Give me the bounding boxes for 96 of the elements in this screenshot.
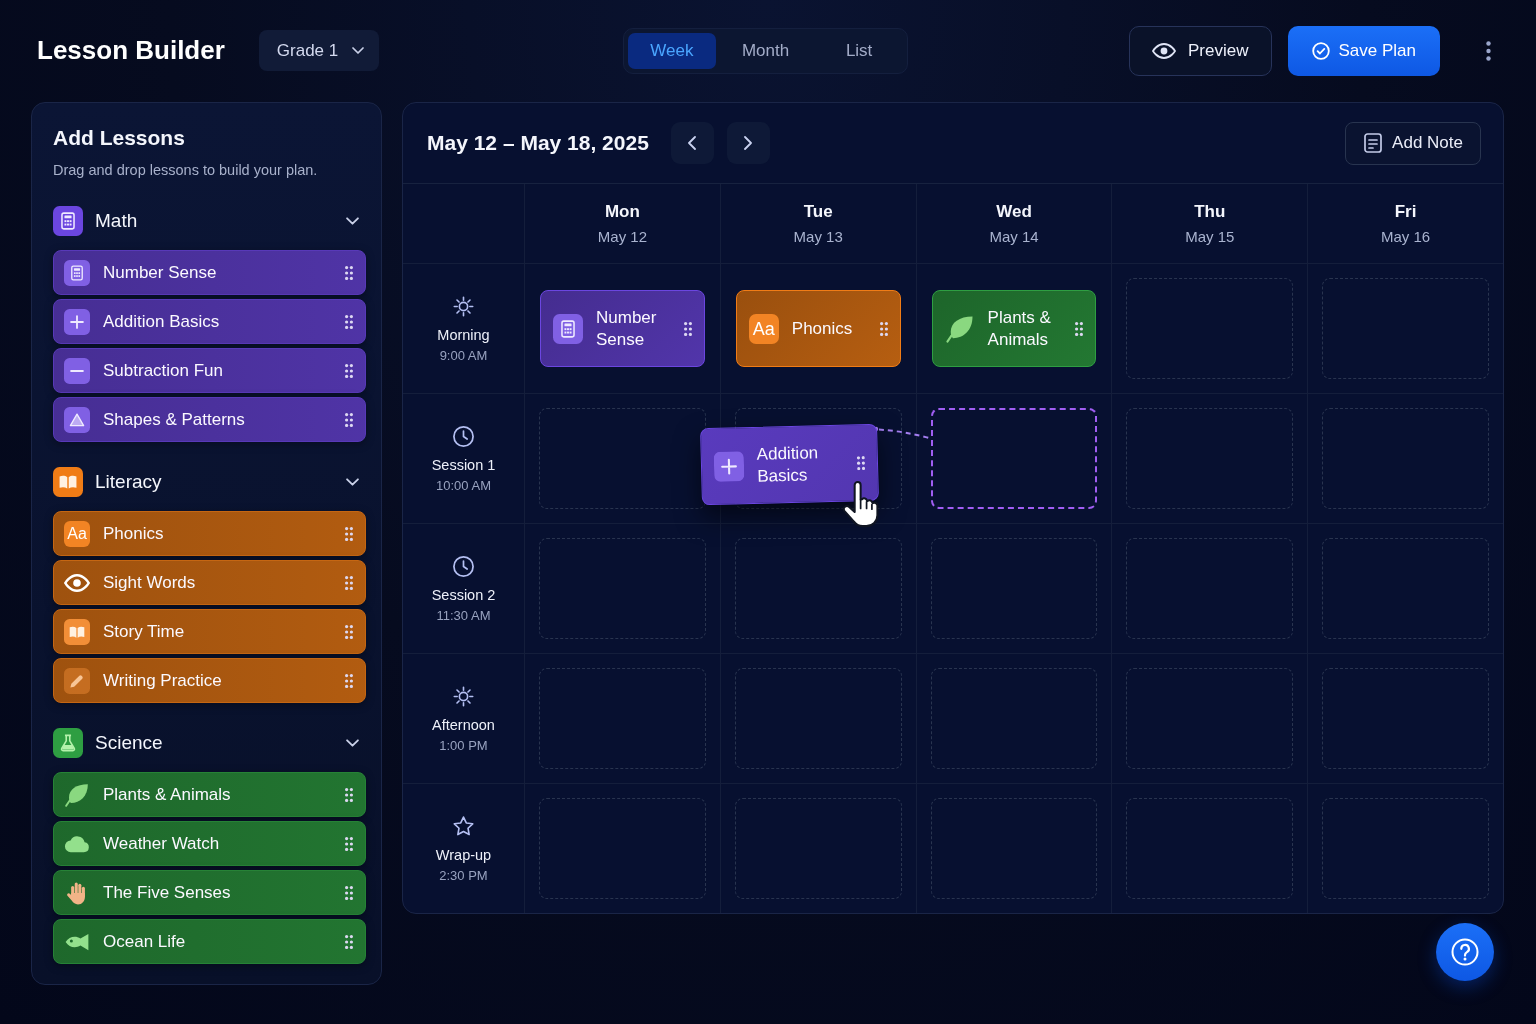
letter-sample: Aa (64, 520, 90, 547)
slot-time: 11:30 AM (436, 607, 491, 623)
chevron-right-icon (744, 136, 753, 150)
drag-handle-icon[interactable] (345, 885, 353, 900)
view-tab[interactable]: Month (719, 32, 812, 69)
help-icon (1451, 938, 1479, 966)
day-date: May 15 (1185, 228, 1235, 245)
subject-title: Math (95, 210, 139, 232)
chevron-down-icon[interactable] (346, 478, 359, 486)
drag-handle-icon[interactable] (345, 412, 353, 427)
lesson-item[interactable]: Number Sense (53, 250, 366, 295)
day-date: May 16 (1381, 228, 1431, 245)
lesson-item[interactable]: Subtraction Fun (53, 348, 366, 393)
drag-handle-icon[interactable] (1075, 321, 1084, 336)
grade-dropdown[interactable]: Grade 1 (258, 30, 380, 71)
eye-icon (1152, 42, 1177, 59)
drag-handle-icon[interactable] (856, 455, 865, 470)
slot-name: Session 1 (431, 456, 496, 473)
lesson-item[interactable]: Ocean Life (53, 919, 366, 964)
lesson-item[interactable]: Shapes & Patterns (53, 397, 366, 442)
slot-name: Morning (437, 326, 490, 343)
sun-icon (452, 294, 475, 318)
slot-name: Afternoon (432, 716, 495, 733)
hand-cursor-icon (840, 481, 879, 528)
kebab-menu-icon (1485, 40, 1491, 61)
view-tab[interactable]: List (815, 32, 904, 69)
leaf-icon (64, 781, 90, 808)
drag-handle-icon[interactable] (345, 526, 353, 541)
sun-icon (452, 684, 475, 708)
drag-handle-icon[interactable] (345, 314, 353, 329)
date-range: May 12 – May 18, 2025 (427, 131, 649, 155)
drag-handle-icon[interactable] (345, 787, 353, 802)
panel-title: Add Lessons (53, 125, 186, 151)
next-week-button[interactable] (726, 122, 770, 164)
lesson-card[interactable]: Plants & Animals (931, 290, 1097, 367)
lesson-item[interactable]: Story Time (53, 609, 366, 654)
drag-handle-icon[interactable] (345, 836, 353, 851)
slot-time: 2:30 PM (439, 867, 488, 883)
check-circle-icon (1311, 41, 1330, 60)
day-name: Fri (1394, 202, 1417, 222)
pencil-icon (64, 667, 90, 694)
drag-handle-icon[interactable] (345, 673, 353, 688)
lesson-item[interactable]: Addition Basics (53, 299, 366, 344)
lesson-item[interactable]: Aa Phonics (53, 511, 366, 556)
day-date: May 13 (793, 228, 843, 245)
day-name: Wed (996, 202, 1032, 222)
calculator-icon (553, 313, 583, 344)
drag-handle-icon[interactable] (345, 934, 353, 949)
view-tab[interactable]: Week (627, 32, 716, 69)
day-name: Tue (803, 202, 833, 222)
lesson-item[interactable]: Sight Words (53, 560, 366, 605)
clock-icon (452, 554, 475, 578)
lesson-card[interactable]: Number Sense (540, 290, 705, 367)
slot-name: Wrap-up (435, 846, 492, 863)
chevron-down-icon[interactable] (346, 739, 359, 747)
subject-title: Science (95, 732, 164, 754)
lesson-item[interactable]: Plants & Animals (53, 772, 366, 817)
preview-button[interactable]: Preview (1129, 25, 1272, 76)
app-title: Lesson Builder (37, 35, 225, 66)
help-button[interactable] (1436, 923, 1494, 981)
lesson-item[interactable]: The Five Senses (53, 870, 366, 915)
lesson-item[interactable]: Writing Practice (53, 658, 366, 703)
day-name: Thu (1194, 202, 1226, 222)
letter-sample: Aa (748, 313, 779, 344)
panel-subtitle: Drag and drop lessons to build your plan. (53, 161, 319, 180)
plus-icon (64, 308, 90, 335)
drag-handle-icon[interactable] (345, 575, 353, 590)
slot-name: Session 2 (431, 586, 496, 603)
slot-time: 10:00 AM (436, 477, 491, 493)
day-name: Mon (604, 202, 640, 222)
clock-icon (452, 424, 475, 448)
slot-time: 1:00 PM (439, 737, 488, 753)
lesson-card[interactable]: Aa Phonics (735, 290, 901, 367)
drag-handle-icon[interactable] (345, 624, 353, 639)
chevron-left-icon (688, 136, 697, 150)
day-date: May 12 (597, 228, 647, 245)
add-note-button[interactable]: Add Note (1345, 121, 1481, 165)
drag-handle-icon[interactable] (879, 321, 888, 336)
lesson-item[interactable]: Weather Watch (53, 821, 366, 866)
note-icon (1364, 133, 1383, 153)
slot-time: 9:00 AM (439, 347, 488, 363)
book-icon (64, 618, 90, 645)
dragged-lesson-card[interactable]: Addition Basics (699, 423, 879, 506)
plus-icon (713, 450, 744, 482)
minus-icon (64, 357, 90, 384)
drag-handle-icon[interactable] (345, 363, 353, 378)
save-plan-button[interactable]: Save Plan (1287, 25, 1440, 76)
drag-handle-icon[interactable] (345, 265, 353, 280)
drag-handle-icon[interactable] (683, 321, 692, 336)
calculator-icon (64, 259, 90, 286)
subject-title: Literacy (95, 471, 163, 493)
day-date: May 14 (989, 228, 1039, 245)
chevron-down-icon (352, 47, 365, 54)
chevron-down-icon[interactable] (346, 217, 359, 225)
previous-week-button[interactable] (670, 122, 714, 164)
star-icon (452, 814, 475, 838)
